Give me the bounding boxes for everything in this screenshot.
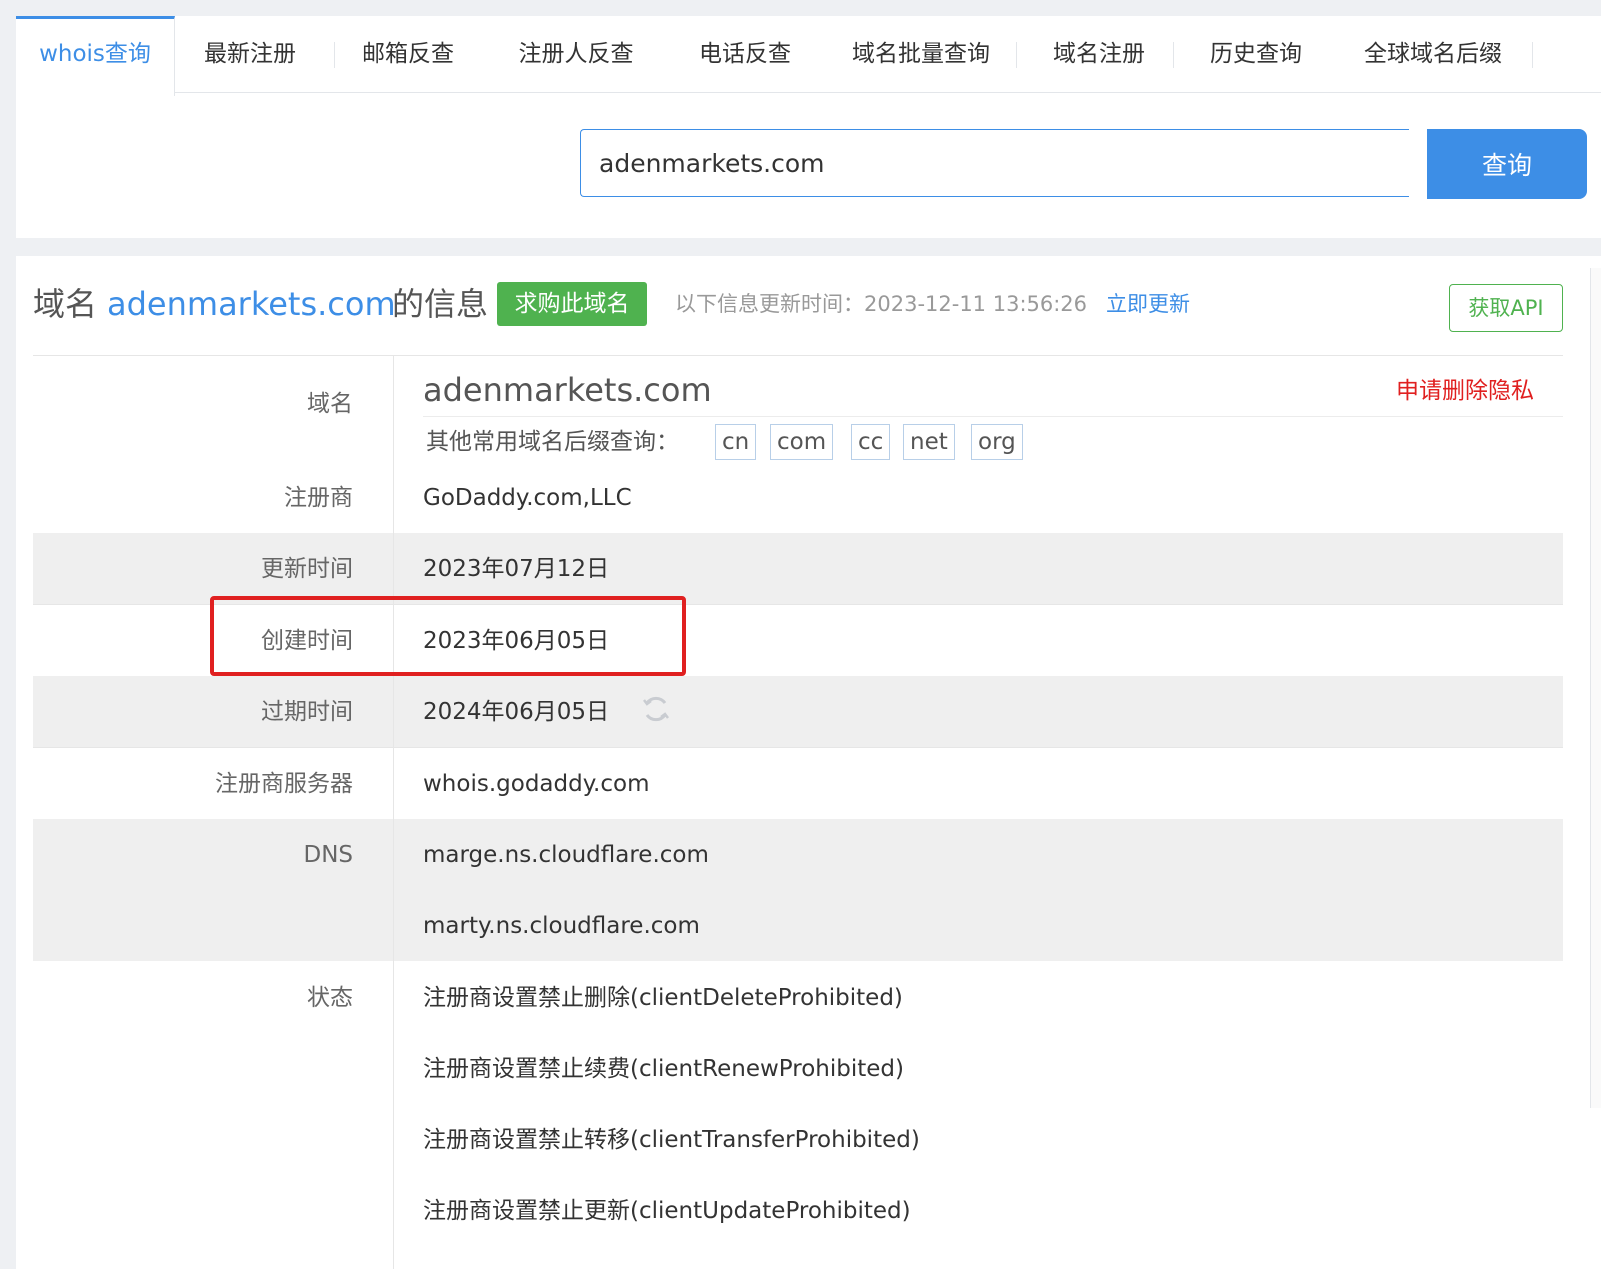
update-time-label: 以下信息更新时间：2023-12-11 13:56:26 [675,292,1088,316]
expires-time-value: 2024年06月05日 [423,699,610,725]
tab-divider [1016,42,1017,68]
refresh-icon[interactable] [641,694,671,724]
tab-divider [334,42,335,68]
status-item: 注册商设置禁止删除(clientDeleteProhibited) [423,985,903,1011]
registrar-server-value: whois.godaddy.com [423,771,650,797]
search-button[interactable]: 查询 [1427,129,1587,199]
tab-batch-query[interactable]: 域名批量查询 [838,16,1004,92]
registrar-value: GoDaddy.com,LLC [423,485,632,511]
tab-divider [1173,42,1174,68]
label-dns: DNS [303,842,353,868]
label-expires-time: 过期时间 [261,699,353,725]
search-panel: whois查询 最新注册 邮箱反查 注册人反查 电话反查 域名批量查询 域名注册… [16,16,1601,238]
right-sidebar-edge [1590,268,1601,1108]
label-updated-time: 更新时间 [261,556,353,582]
label-status: 状态 [307,985,353,1011]
result-title-suffix: 的信息 [392,285,489,323]
other-suffix-label: 其他常用域名后缀查询： [426,429,679,455]
created-time-highlight [210,596,686,676]
column-divider [393,356,394,1269]
whois-result-panel: 域名 adenmarkets.com 的信息 求购此域名 以下信息更新时间：20… [16,256,1601,1269]
suffix-cn-link[interactable]: cn [715,424,757,460]
nav-tabs: whois查询 最新注册 邮箱反查 注册人反查 电话反查 域名批量查询 域名注册… [16,16,1601,96]
label-registrar-server: 注册商服务器 [215,771,353,797]
tab-registrant-reverse[interactable]: 注册人反查 [506,16,646,92]
tab-whois[interactable]: whois查询 [16,16,175,96]
dns-server-2: marty.ns.cloudflare.com [423,913,700,939]
tab-domain-register[interactable]: 域名注册 [1036,16,1162,92]
tab-email-reverse[interactable]: 邮箱反查 [342,16,474,92]
domain-sub-divider [423,416,1563,417]
tab-history[interactable]: 历史查询 [1191,16,1321,92]
title-divider [33,355,1563,356]
domain-search-input[interactable] [580,129,1409,197]
status-item: 注册商设置禁止续费(clientRenewProhibited) [423,1056,904,1082]
row-divider [33,747,1563,748]
dns-server-1: marge.ns.cloudflare.com [423,842,709,868]
status-item: 注册商设置禁止更新(clientUpdateProhibited) [423,1198,911,1224]
label-domain: 域名 [307,391,353,417]
status-item: 注册商设置禁止转移(clientTransferProhibited) [423,1127,920,1153]
updated-time-value: 2023年07月12日 [423,556,610,582]
domain-value: adenmarkets.com [423,371,712,409]
tab-divider [1532,42,1533,68]
request-delete-privacy-link[interactable]: 申请删除隐私 [1396,371,1534,411]
result-title-domain: adenmarkets.com [107,285,396,323]
tab-phone-reverse[interactable]: 电话反查 [680,16,810,92]
get-api-button[interactable]: 获取API [1449,284,1563,332]
label-registrar: 注册商 [284,485,353,511]
suffix-com-link[interactable]: com [770,424,834,460]
tab-latest-registered[interactable]: 最新注册 [184,16,316,92]
result-title-prefix: 域名 [33,285,98,323]
suffix-org-link[interactable]: org [971,424,1023,460]
tab-global-suffix[interactable]: 全球域名后缀 [1350,16,1516,92]
update-now-link[interactable]: 立即更新 [1106,286,1190,322]
suffix-cc-link[interactable]: cc [851,424,891,460]
suffix-net-link[interactable]: net [903,424,955,460]
buy-domain-button[interactable]: 求购此域名 [497,282,647,326]
